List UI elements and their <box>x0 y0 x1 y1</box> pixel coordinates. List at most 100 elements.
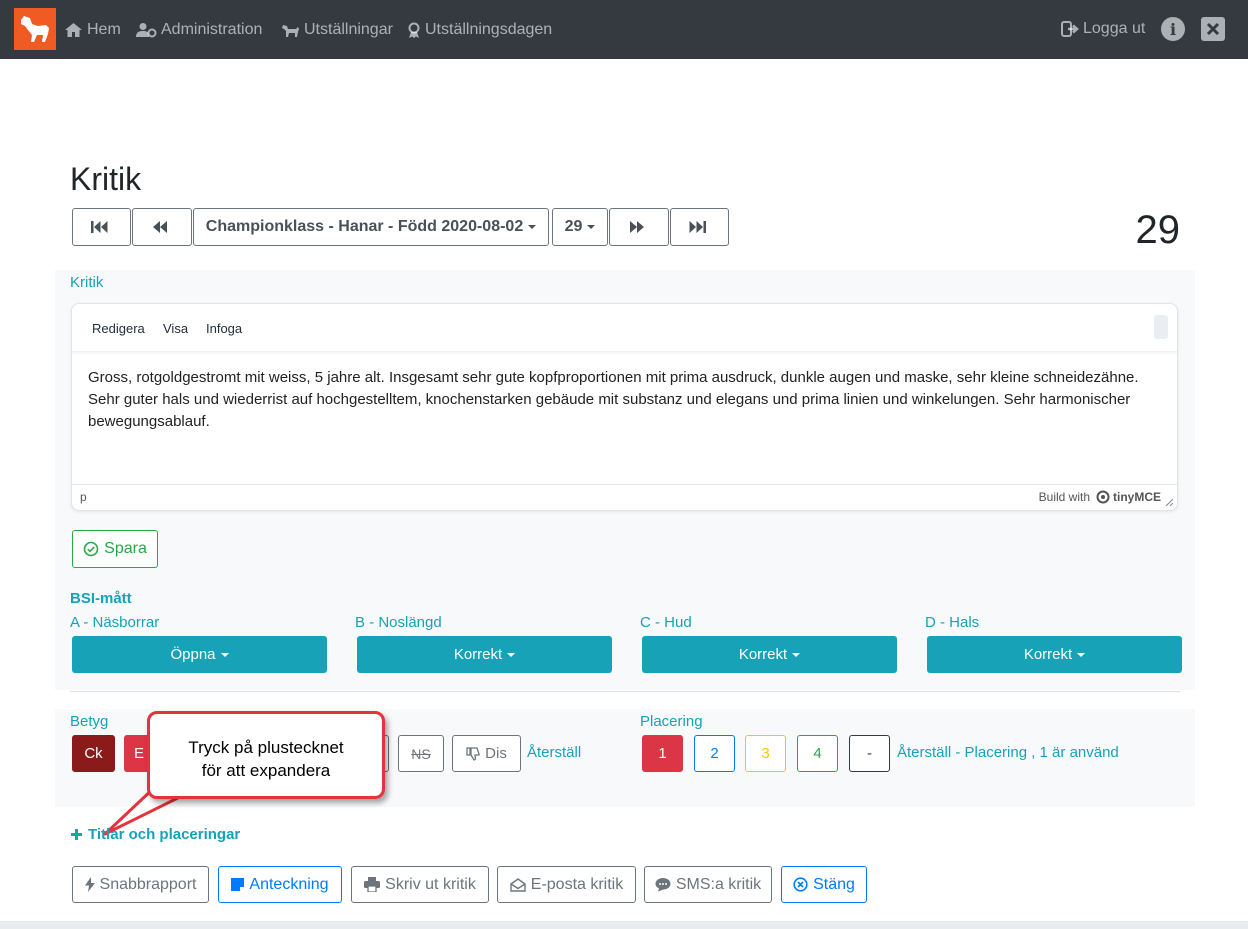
nav-logout-label: Logga ut <box>1083 20 1146 37</box>
close-window-icon[interactable] <box>1201 17 1225 41</box>
editor-statusbar: p Build with tinyMCE <box>72 484 1177 510</box>
nav-shows-label: Utställningar <box>304 21 393 38</box>
nav-showday[interactable]: Utställningsdagen <box>407 20 552 40</box>
print-icon <box>364 877 381 892</box>
placement-1-button[interactable]: 1 <box>642 735 683 772</box>
grade-ns-button[interactable]: NS <box>398 735 444 772</box>
bsi-a-dropdown[interactable]: Öppna <box>72 636 327 673</box>
placement-4-button[interactable]: 4 <box>797 735 838 772</box>
number-dropdown-label: 29 <box>564 218 583 235</box>
grade-ck-button[interactable]: Ck <box>72 735 115 772</box>
next-button[interactable] <box>609 208 669 246</box>
user-cog-icon <box>136 23 157 38</box>
sticky-note-icon <box>231 878 245 891</box>
x-mark-icon <box>1206 22 1220 36</box>
bsi-d-value: Korrekt <box>1023 646 1073 663</box>
last-button[interactable] <box>670 208 729 246</box>
nav-shows[interactable]: Utställningar <box>281 20 393 40</box>
bsi-a-value: Öppna <box>170 646 216 663</box>
page-title: Kritik <box>70 161 142 197</box>
bsi-d-label: D - Hals <box>925 614 980 631</box>
resize-handle-icon[interactable] <box>1165 498 1173 506</box>
nav-home-label: Hem <box>87 21 121 38</box>
bsi-d-dropdown[interactable]: Korrekt <box>927 636 1182 673</box>
grade-ns-label: NS <box>411 745 431 762</box>
caret-down-icon <box>507 652 516 657</box>
grade-ck-label: Ck <box>84 745 103 762</box>
info-icon[interactable]: i <box>1161 17 1185 41</box>
menu-view[interactable]: Visa <box>163 321 188 336</box>
top-navbar: Hem Administration Utställningar Utställ… <box>0 0 1248 59</box>
step-backward-icon <box>90 221 107 233</box>
note-button[interactable]: Anteckning <box>218 866 342 903</box>
close-button-label: Stäng <box>813 875 855 893</box>
placement-4-label: 4 <box>813 745 822 762</box>
nav-administration[interactable]: Administration <box>136 20 262 40</box>
grade-dis-label: Dis <box>485 745 507 762</box>
callout-box: Tryck på plustecknet för att expandera <box>147 711 385 799</box>
class-dropdown[interactable]: Championklass - Hanar - Född 2020-08-02 <box>193 208 549 246</box>
award-icon <box>408 22 420 38</box>
placement-3-label: 3 <box>761 745 770 762</box>
branding-prefix: Build with <box>1038 490 1090 504</box>
check-circle-icon <box>83 541 99 557</box>
number-dropdown[interactable]: 29 <box>552 208 608 246</box>
email-critique-button[interactable]: E-posta kritik <box>497 866 636 903</box>
placement-none-button[interactable]: - <box>849 735 890 772</box>
critique-label: Kritik <box>70 274 104 291</box>
grade-dis-button[interactable]: Dis <box>452 735 521 772</box>
critique-text[interactable]: Gross, rotgoldgestromt mit weiss, 5 jahr… <box>88 367 1148 433</box>
email-critique-label: E-posta kritik <box>530 875 624 893</box>
bsi-b-dropdown[interactable]: Korrekt <box>357 636 612 673</box>
grade-label: Betyg <box>70 713 109 730</box>
save-button[interactable]: Spara <box>72 530 158 568</box>
placement-label: Placering <box>640 713 703 730</box>
nav-administration-label: Administration <box>161 21 263 38</box>
first-button[interactable] <box>72 208 131 246</box>
sms-critique-button[interactable]: SMS:a kritik <box>644 866 772 903</box>
bsi-b-value: Korrekt <box>453 646 503 663</box>
callout-line-2: för att expandera <box>201 761 331 780</box>
placement-3-button[interactable]: 3 <box>745 735 786 772</box>
menubar-shadow <box>72 351 1177 355</box>
backward-icon <box>152 221 167 233</box>
thumbs-down-icon <box>466 746 480 761</box>
bolt-icon <box>84 877 95 892</box>
menu-insert[interactable]: Infoga <box>206 321 242 336</box>
app-logo[interactable] <box>14 8 56 50</box>
caret-down-icon <box>792 652 801 657</box>
envelope-open-icon <box>510 877 526 892</box>
titles-toggle-link[interactable]: Titlar och placeringar <box>70 826 240 843</box>
tinymce-branding[interactable]: Build with tinyMCE <box>1039 490 1161 504</box>
sign-out-icon <box>1061 21 1079 37</box>
menu-edit[interactable]: Redigera <box>92 321 145 336</box>
nav-logout[interactable]: Logga ut <box>1061 19 1145 39</box>
placement-2-label: 2 <box>710 745 719 762</box>
editor-scrollbar[interactable] <box>1154 315 1168 339</box>
nav-home[interactable]: Hem <box>64 20 121 40</box>
bsi-c-dropdown[interactable]: Korrekt <box>642 636 897 673</box>
quick-report-button[interactable]: Snabbrapport <box>72 866 209 903</box>
critique-editor[interactable]: Redigera Visa Infoga Gross, rotgoldgestr… <box>71 303 1178 511</box>
print-critique-label: Skriv ut kritik <box>385 875 476 893</box>
sms-critique-label: SMS:a kritik <box>675 875 762 893</box>
times-circle-icon <box>793 877 808 892</box>
class-dropdown-label: Championklass - Hanar - Född 2020-08-02 <box>205 218 524 235</box>
bsi-a-label: A - Näsborrar <box>70 614 160 631</box>
quick-report-label: Snabbrapport <box>99 875 197 893</box>
close-button[interactable]: Stäng <box>781 866 867 903</box>
dog-icon <box>282 25 299 37</box>
home-icon <box>65 23 82 37</box>
placement-2-button[interactable]: 2 <box>694 735 735 772</box>
caret-down-icon <box>528 225 537 229</box>
tinymce-logo-icon <box>1096 490 1110 504</box>
print-critique-button[interactable]: Skriv ut kritik <box>351 866 489 903</box>
previous-button[interactable] <box>132 208 192 246</box>
grade-e-label: E <box>133 745 144 762</box>
element-path: p <box>80 490 87 504</box>
placement-reset-link[interactable]: Återställ - Placering , 1 är använd <box>897 744 1119 761</box>
bsi-title: BSI-mått <box>70 590 132 607</box>
grade-reset-link[interactable]: Återställ <box>527 744 581 761</box>
placement-none-label: - <box>867 745 872 762</box>
entry-number: 29 <box>1135 208 1181 252</box>
